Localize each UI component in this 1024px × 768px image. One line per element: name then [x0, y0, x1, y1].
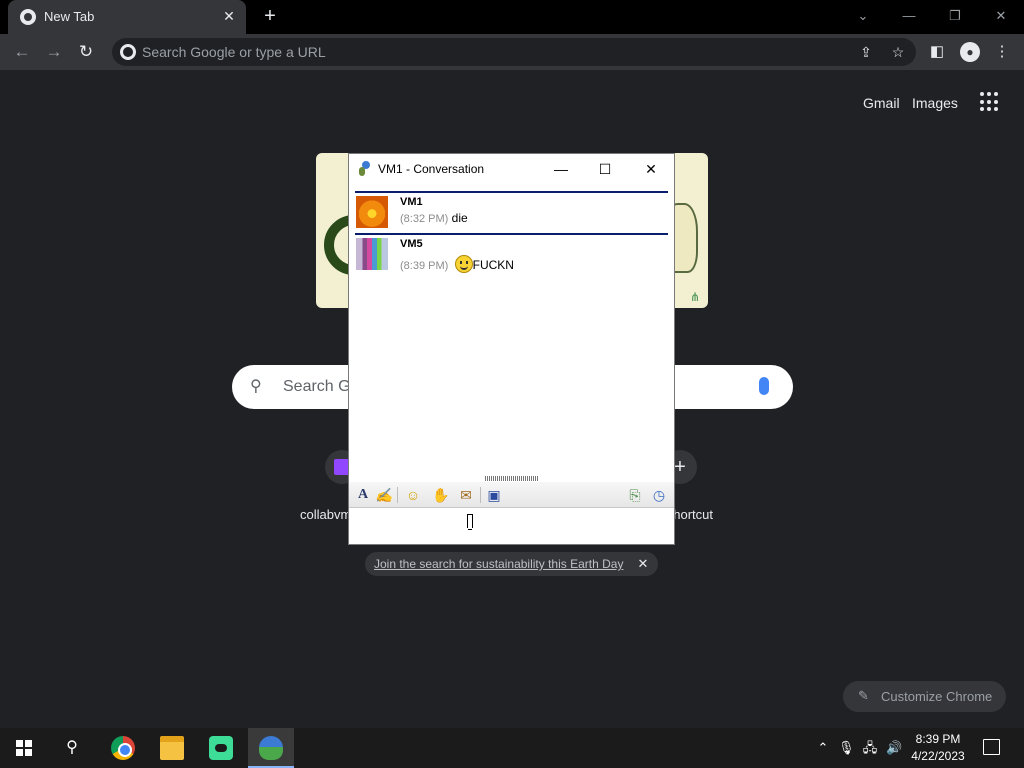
messenger-minimize-button[interactable]: — — [546, 157, 576, 181]
messenger-taskbar-button[interactable] — [248, 728, 294, 768]
toolbar-divider — [480, 487, 481, 503]
splitter-grip-icon[interactable] — [485, 476, 539, 481]
message-timestamp: (8:32 PM) — [400, 213, 449, 225]
messenger-format-toolbar: A ✍ ☺ ✋ ✉ ▣ ⎘ ◷ — [349, 482, 674, 508]
chrome-taskbar-icon[interactable] — [111, 736, 135, 760]
message-item: VM5 (8:39 PM) FUCKN — [355, 233, 668, 283]
back-arrow-icon[interactable]: ← — [10, 40, 34, 64]
message-text: die — [451, 211, 468, 225]
volume-icon[interactable]: 🔊 — [886, 739, 902, 757]
google-icon — [120, 44, 136, 60]
google-apps-icon[interactable] — [980, 92, 1000, 112]
tab-close-icon[interactable]: ✕ — [220, 7, 238, 25]
tab-strip: New Tab ✕ + ⌄ — ❐ ✕ — [0, 0, 1024, 34]
taskbar-search-icon[interactable]: ⚲ — [62, 738, 82, 758]
customize-chrome-label: Customize Chrome — [881, 689, 993, 704]
share-icon[interactable]: ⇪ — [856, 42, 876, 62]
images-link[interactable]: Images — [912, 95, 958, 111]
sender-avatar — [356, 196, 388, 228]
nudge-icon[interactable]: ✋ — [432, 486, 450, 504]
restore-window-button[interactable]: ❐ — [935, 4, 975, 28]
sender-avatar — [356, 238, 388, 270]
message-text: FUCKN — [472, 258, 514, 272]
message-sender: VM1 — [400, 196, 423, 208]
windows-start-icon[interactable] — [16, 740, 32, 756]
tray-overflow-chevron-icon[interactable]: ⌃ — [815, 739, 831, 757]
messenger-window-title: VM1 - Conversation — [378, 162, 485, 176]
reload-icon[interactable]: ↻ — [74, 40, 98, 64]
tab-new-tab[interactable]: New Tab ✕ — [8, 0, 246, 34]
voice-clip-icon[interactable]: ⎘ — [626, 486, 644, 504]
promo-link[interactable]: Join the search for sustainability this … — [374, 557, 623, 571]
messenger-buddy-icon — [358, 161, 371, 176]
network-icon[interactable]: 🖧 — [862, 739, 878, 757]
search-icon: ⚲ — [250, 378, 262, 395]
message-sender: VM5 — [400, 238, 423, 250]
file-explorer-taskbar-icon[interactable] — [160, 736, 184, 760]
voice-search-mic-icon[interactable] — [759, 377, 769, 395]
wink-icon[interactable]: ✉ — [457, 486, 475, 504]
font-icon[interactable]: A — [354, 486, 372, 504]
customize-chrome-button[interactable]: ✎ Customize Chrome — [843, 681, 1006, 712]
messenger-conversation-window: VM1 - Conversation — ☐ ✕ VM1 (8:32 PM) d… — [348, 153, 675, 545]
forward-arrow-icon[interactable]: → — [42, 40, 66, 64]
chrome-favicon-icon — [20, 9, 36, 25]
microphone-icon[interactable]: 🎙 — [838, 739, 855, 757]
tab-title: New Tab — [44, 9, 95, 24]
conversation-history[interactable]: VM1 (8:32 PM) die VM5 (8:39 PM) FUCKN — [349, 184, 674, 476]
chat-app-taskbar-icon[interactable] — [209, 736, 233, 760]
message-timestamp: (8:39 PM) — [400, 260, 449, 272]
close-window-button[interactable]: ✕ — [981, 4, 1021, 28]
earth-day-promo: Join the search for sustainability this … — [365, 552, 658, 576]
text-cursor-icon — [467, 514, 473, 530]
save-icon[interactable]: ▣ — [485, 486, 503, 504]
chrome-menu-icon[interactable]: ⋮ — [990, 40, 1014, 64]
taskbar-clock-time[interactable]: 8:39 PM — [908, 732, 968, 746]
messenger-title-bar[interactable]: VM1 - Conversation — ☐ ✕ — [349, 154, 674, 184]
address-bar-placeholder: Search Google or type a URL — [142, 44, 326, 60]
minimize-window-button[interactable]: — — [889, 4, 929, 28]
smiley-emoticon-icon — [454, 255, 473, 273]
messenger-maximize-button[interactable]: ☐ — [590, 157, 620, 181]
doodle-share-icon[interactable]: ⋔ — [688, 290, 702, 304]
handwriting-icon[interactable]: ✍ — [375, 486, 393, 504]
toolbar-divider — [397, 487, 398, 503]
history-clock-icon[interactable]: ◷ — [650, 486, 668, 504]
profile-avatar-icon[interactable]: ● — [960, 42, 980, 62]
windows-taskbar: ⚲ ⌃ 🎙 🖧 🔊 8:39 PM 4/22/2023 — [0, 728, 1024, 768]
new-tab-button[interactable]: + — [258, 5, 282, 29]
messenger-close-button[interactable]: ✕ — [636, 157, 666, 181]
message-body: (8:32 PM) die — [400, 211, 468, 225]
address-bar[interactable]: Search Google or type a URL ⇪ ☆ — [112, 38, 916, 66]
message-body: (8:39 PM) FUCKN — [400, 255, 514, 273]
notification-center-icon[interactable] — [983, 739, 1000, 755]
browser-toolbar: ← → ↻ Search Google or type a URL ⇪ ☆ ◧ … — [0, 34, 1024, 70]
messenger-taskbar-icon — [259, 736, 283, 760]
message-input[interactable] — [349, 508, 674, 544]
taskbar-clock-date[interactable]: 4/22/2023 — [908, 749, 968, 763]
bookmark-star-icon[interactable]: ☆ — [888, 42, 908, 62]
side-panel-icon[interactable]: ◧ — [925, 40, 949, 64]
message-item: VM1 (8:32 PM) die — [355, 191, 668, 233]
shortcut-label-collabvm[interactable]: collabvm — [300, 507, 351, 522]
pencil-icon: ✎ — [858, 688, 869, 703]
tab-search-icon[interactable]: ⌄ — [843, 4, 883, 28]
gmail-link[interactable]: Gmail — [863, 95, 900, 111]
promo-close-icon[interactable]: ✕ — [636, 556, 650, 572]
emoticon-icon[interactable]: ☺ — [404, 486, 422, 504]
